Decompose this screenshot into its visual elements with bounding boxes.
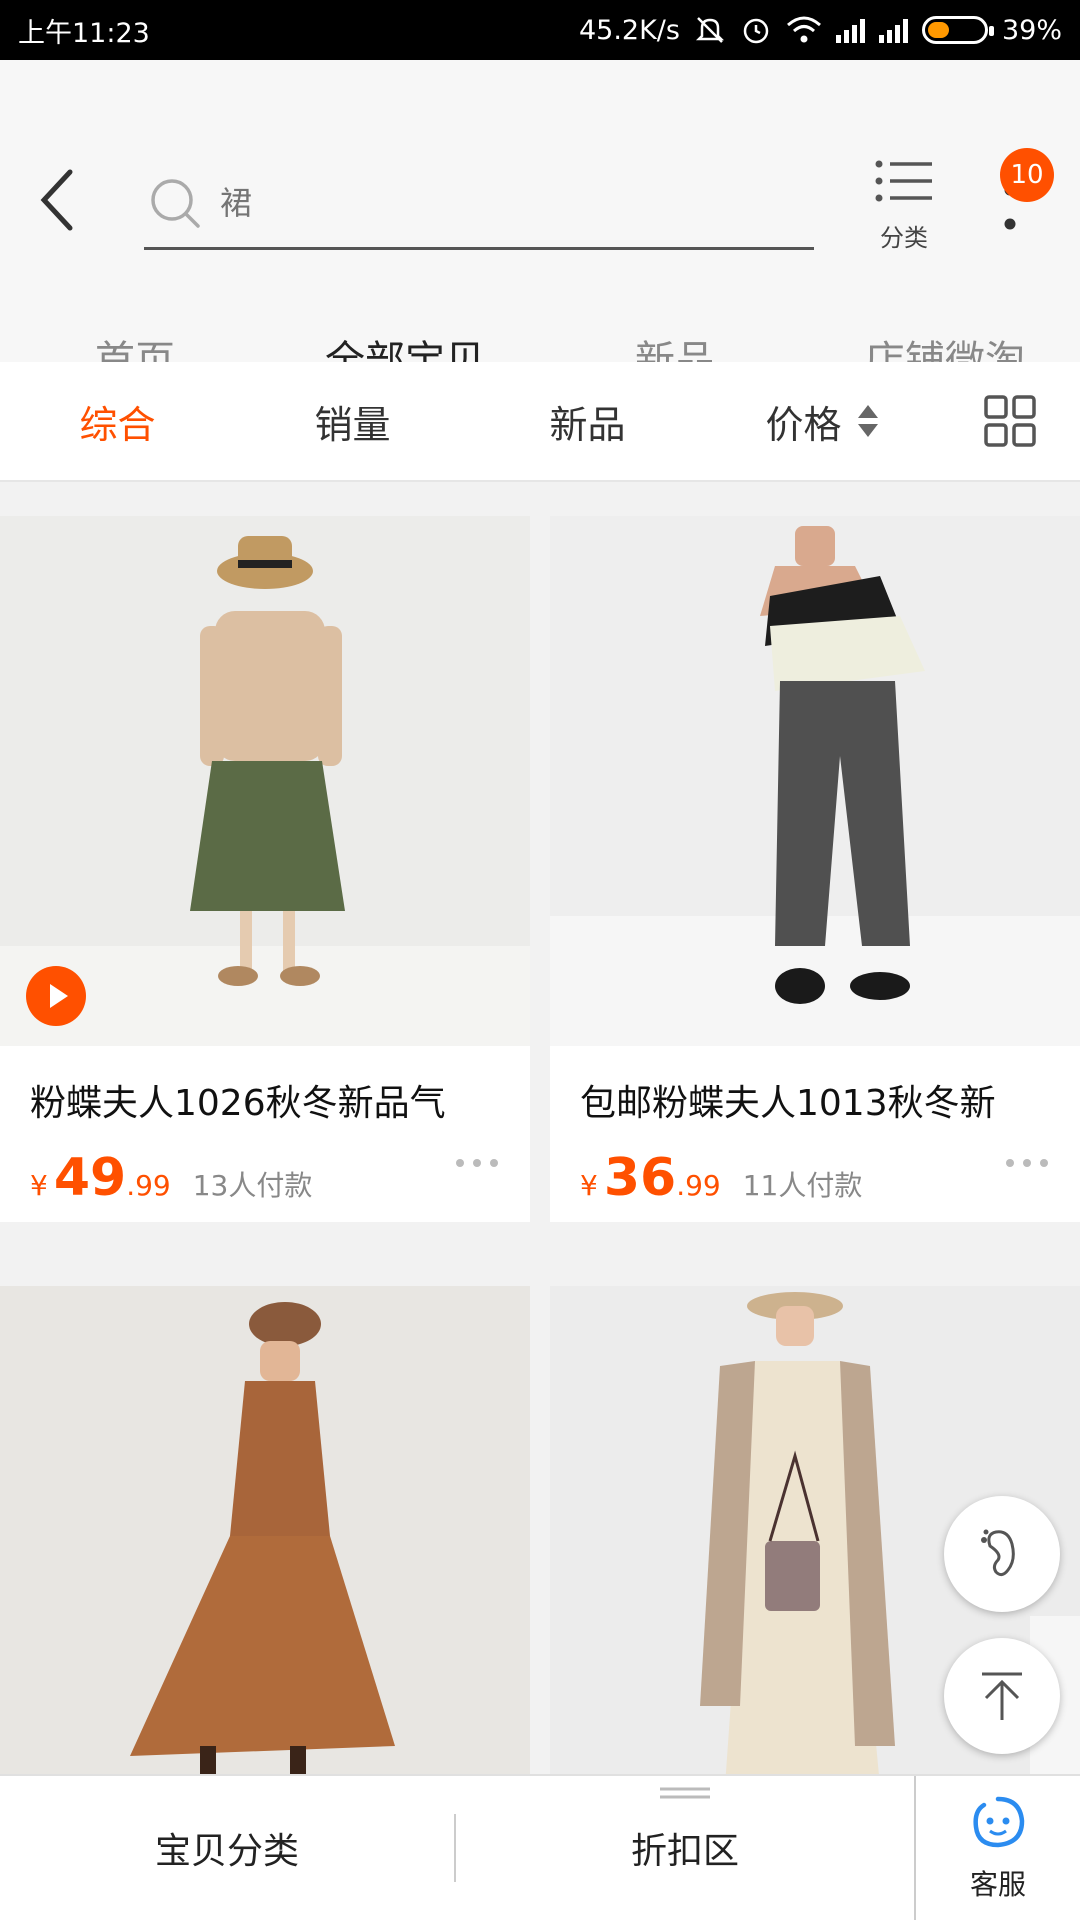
shop-header: 分类 10 首页 全部宝贝 新品 店铺微淘 <box>0 60 1080 422</box>
customer-service-label: 客服 <box>969 1868 1026 1901</box>
product-image[interactable] <box>0 1286 530 1774</box>
search-icon <box>151 178 200 228</box>
product-card[interactable] <box>0 1286 530 1774</box>
item-category-button[interactable]: 宝贝分类 <box>0 1814 456 1882</box>
product-card[interactable]: 粉蝶夫人1026秋冬新品气 ¥ 49 .99 13人付款 <box>0 516 530 1222</box>
mute-icon <box>695 17 725 43</box>
customer-service-icon <box>973 1796 1025 1848</box>
sold-count: 13人付款 <box>192 1169 313 1202</box>
product-grid: 粉蝶夫人1026秋冬新品气 ¥ 49 .99 13人付款 包邮粉蝶夫人1013秋… <box>0 484 1080 1774</box>
product-title: 包邮粉蝶夫人1013秋冬新 <box>580 1083 996 1124</box>
price-decimal: .99 <box>676 1169 721 1202</box>
alarm-icon <box>743 18 769 44</box>
signal-icon <box>835 17 865 43</box>
sort-sales[interactable]: 销量 <box>235 394 470 449</box>
play-icon <box>50 984 68 1008</box>
product-title: 粉蝶夫人1026秋冬新品气 <box>30 1083 446 1124</box>
signal-icon <box>878 17 908 43</box>
price-integer: 49 <box>53 1148 127 1208</box>
sort-bar: 综合 销量 新品 价格 <box>0 362 1080 482</box>
wifi-icon <box>786 16 821 43</box>
bottom-bar: 宝贝分类 折扣区 客服 <box>0 1774 1080 1920</box>
search-input[interactable] <box>220 183 780 222</box>
back-icon[interactable] <box>28 160 88 240</box>
grid-view-toggle[interactable] <box>940 395 1080 447</box>
customer-service-button[interactable]: 客服 <box>914 1776 1080 1920</box>
price-integer: 36 <box>603 1148 677 1208</box>
discount-zone-button[interactable]: 折扣区 <box>456 1776 914 1920</box>
more-dots-icon[interactable] <box>1004 1156 1050 1170</box>
video-play-button[interactable] <box>26 966 86 1026</box>
sold-count: 11人付款 <box>742 1169 863 1202</box>
currency-symbol: ¥ <box>30 1169 48 1202</box>
product-meta: ¥ 49 .99 13人付款 <box>0 1126 530 1222</box>
status-bar: 上午11:23 45.2K/s 39% <box>0 0 1080 60</box>
sort-price[interactable]: 价格 <box>705 394 940 449</box>
footprint-button[interactable] <box>944 1496 1060 1612</box>
search-bar[interactable] <box>144 158 814 250</box>
product-image[interactable] <box>0 516 530 1046</box>
list-icon <box>875 160 932 202</box>
grid-view-icon <box>984 395 1036 447</box>
sort-new[interactable]: 新品 <box>470 394 705 449</box>
more-dots-icon[interactable] <box>454 1156 500 1170</box>
category-label: 分类 <box>880 224 928 252</box>
status-icons: 45.2K/s 39% <box>579 14 1062 46</box>
sort-arrows-icon <box>857 405 878 437</box>
sort-comprehensive[interactable]: 综合 <box>0 394 235 449</box>
battery-percent: 39% <box>1001 14 1062 46</box>
currency-symbol: ¥ <box>580 1169 598 1202</box>
sort-price-label: 价格 <box>765 402 842 447</box>
product-card[interactable]: 包邮粉蝶夫人1013秋冬新 ¥ 36 .99 11人付款 <box>550 516 1080 1222</box>
arrow-up-icon <box>982 1672 1022 1720</box>
battery-icon <box>921 16 994 44</box>
product-meta: ¥ 36 .99 11人付款 <box>550 1126 1080 1222</box>
discount-zone-label: 折扣区 <box>630 1831 739 1872</box>
footprint-icon <box>981 1529 1015 1577</box>
product-image[interactable] <box>550 516 1080 1046</box>
message-badge: 10 <box>1000 148 1054 202</box>
status-time: 上午11:23 <box>18 17 150 49</box>
net-speed: 45.2K/s <box>578 14 680 46</box>
drawer-handle-icon <box>660 1787 710 1799</box>
price-decimal: .99 <box>126 1169 171 1202</box>
category-button[interactable]: 分类 <box>862 156 946 266</box>
back-to-top-button[interactable] <box>944 1638 1060 1754</box>
